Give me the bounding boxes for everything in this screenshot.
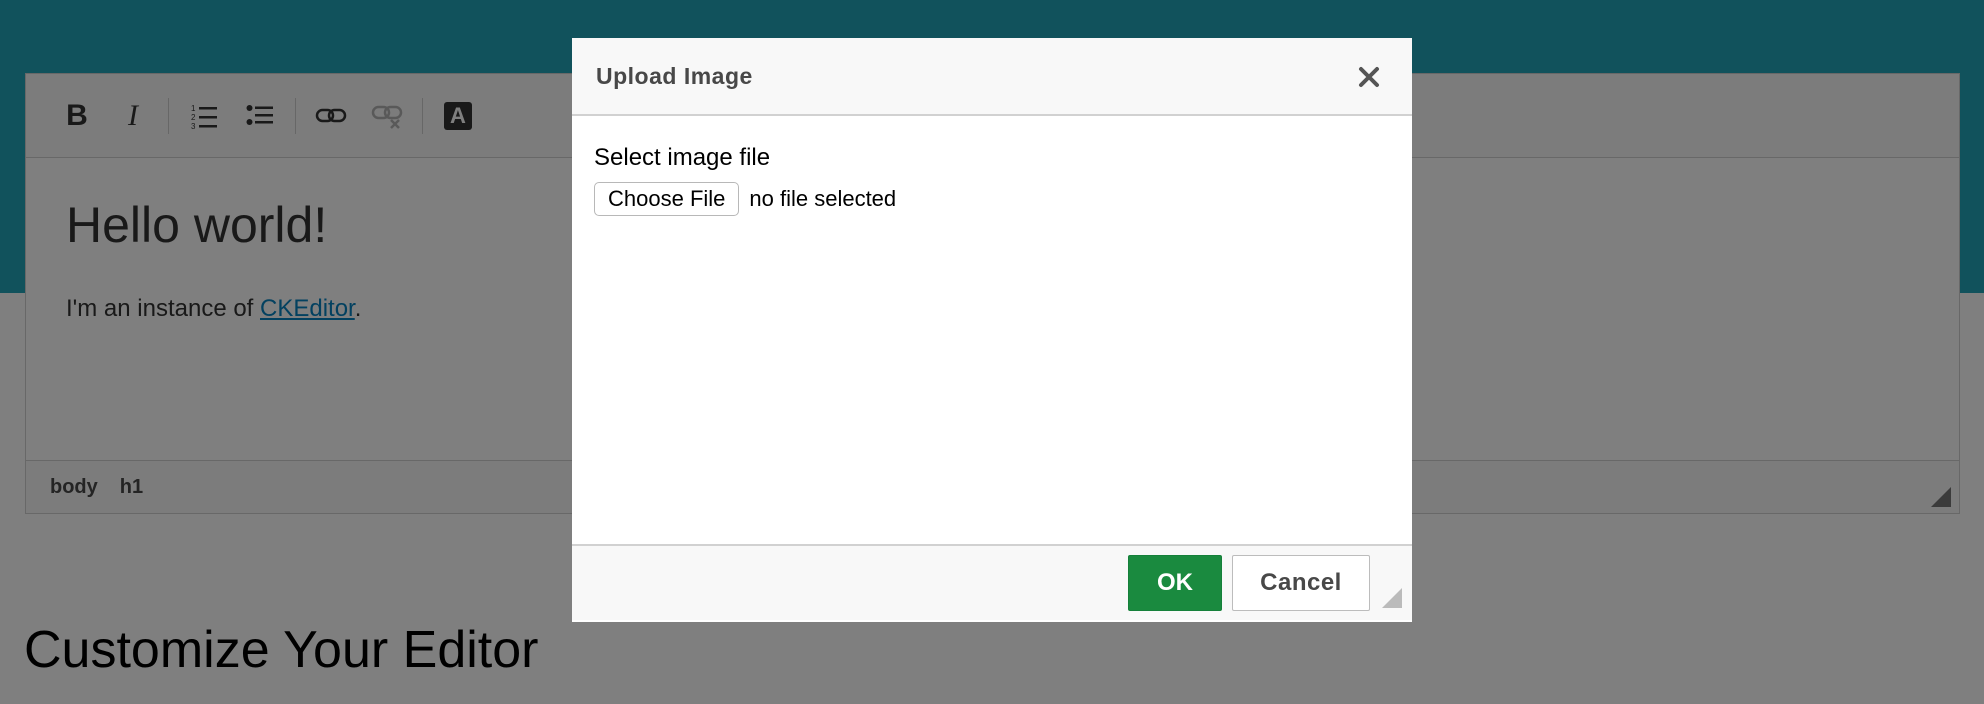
dialog-resize-handle[interactable] [1382,588,1402,608]
dialog-footer: OK Cancel [572,544,1412,620]
ok-button[interactable]: OK [1128,555,1222,611]
choose-file-button[interactable]: Choose File [594,182,740,216]
dialog-body: Select image file Choose File no file se… [572,116,1412,544]
close-icon [1359,67,1379,87]
field-label: Select image file [594,144,771,171]
cancel-button[interactable]: Cancel [1232,555,1370,611]
dialog-title-bar[interactable]: Upload Image [572,38,1412,116]
file-input-row: Choose File no file selected [594,182,1390,216]
close-button[interactable] [1352,60,1386,94]
file-status: no file selected [749,186,897,211]
dialog-title: Upload Image [596,62,753,89]
upload-image-dialog: Upload Image Select image file Choose Fi… [572,38,1412,622]
